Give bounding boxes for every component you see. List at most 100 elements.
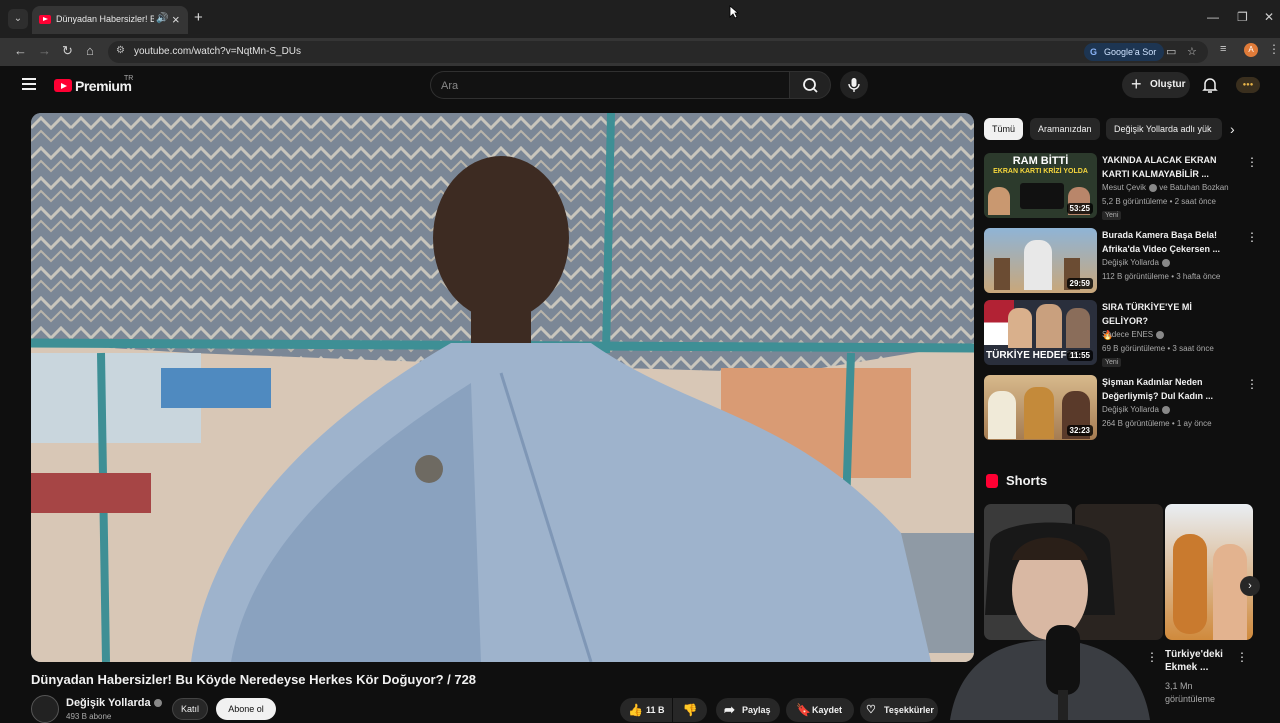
search-box[interactable] xyxy=(430,71,790,99)
more-options-icon[interactable]: ⋮ xyxy=(1236,650,1248,664)
dislike-button[interactable]: 👎 xyxy=(673,698,707,722)
recommendation-item[interactable]: 32:23 Şişman Kadınlar Neden Değerliymiş?… xyxy=(984,375,1258,441)
channel-collab-text[interactable]: ve Batuhan Bozkan xyxy=(1159,183,1228,192)
title-text[interactable]: SIRA TÜRKİYE'YE Mİ GELİYOR? xyxy=(1102,302,1192,326)
maximize-button[interactable]: ❐ xyxy=(1237,10,1248,24)
more-options-icon[interactable]: ⋮ xyxy=(1246,377,1258,391)
new-tab-button[interactable]: + xyxy=(194,9,203,26)
chip-channel-uploads[interactable]: Değişik Yollarda adlı yük xyxy=(1106,118,1222,140)
video-thumbnail[interactable]: 32:23 xyxy=(984,375,1097,440)
recommendation-channel[interactable]: Mesut Çevik ve Batuhan Bozkan xyxy=(1102,183,1229,192)
window-close-button[interactable]: ✕ xyxy=(1264,10,1274,24)
recommendation-meta: 69 B görüntüleme • 3 saat önce xyxy=(1102,344,1214,353)
youtube-logo[interactable] xyxy=(54,79,72,92)
menu-icon[interactable] xyxy=(22,78,36,93)
chevron-right-icon[interactable]: › xyxy=(1230,121,1235,137)
shorts-section-title: Shorts xyxy=(1006,473,1048,488)
voice-search-button[interactable] xyxy=(840,71,868,99)
thumbnail-headline: RAM BİTTİ xyxy=(1012,155,1069,167)
home-icon[interactable]: ⌂ xyxy=(86,43,94,58)
shorts-next-button[interactable]: › xyxy=(1240,576,1260,596)
recommendation-channel[interactable]: Değişik Yollarda xyxy=(1102,405,1170,414)
speaker-icon[interactable]: 🔊 xyxy=(156,13,168,24)
chip-all[interactable]: Tümü xyxy=(984,118,1024,140)
video-thumbnail[interactable]: RAM BİTTİ EKRAN KARTI KRİZİ YOLDA 53:25 xyxy=(984,153,1097,218)
browser-tab[interactable]: Dünyadan Habersizler! Bu K 🔊 × xyxy=(32,6,188,34)
join-button[interactable]: Katıl xyxy=(172,698,208,720)
more-options-icon[interactable]: ⋮ xyxy=(1146,650,1158,664)
channel-text[interactable]: Değişik Yollarda xyxy=(1102,405,1159,414)
chip-from-search[interactable]: Aramanızdan xyxy=(1030,118,1100,140)
channel-name-text[interactable]: Değişik Yollarda xyxy=(66,697,151,709)
video-thumbnail[interactable]: 29:59 xyxy=(984,228,1097,293)
tab-close-icon[interactable]: × xyxy=(172,12,180,27)
channel-avatar[interactable] xyxy=(31,695,59,723)
bookmark-icon: 🔖 xyxy=(796,703,811,717)
premium-logo-text[interactable]: Premium xyxy=(75,78,132,94)
duration-badge: 32:23 xyxy=(1066,425,1093,436)
ask-google-button[interactable]: Google'a Sor xyxy=(1084,43,1165,61)
channel-name[interactable]: Değişik Yollarda xyxy=(66,697,162,709)
recommendation-item[interactable]: 29:59 Burada Kamera Başa Bela! Afrika'da… xyxy=(984,228,1258,294)
recommendation-channel[interactable]: Sadece ENES xyxy=(1102,330,1165,339)
short-title[interactable]: Türkiye'deki Ekmek ... xyxy=(1165,648,1235,674)
forward-icon[interactable]: → xyxy=(38,43,51,58)
recommendation-title[interactable]: Burada Kamera Başa Bela! Afrika'da Video… xyxy=(1102,228,1236,256)
thumbs-down-icon: 👎 xyxy=(682,703,698,717)
recommendation-title[interactable]: YAKINDA ALACAK EKRAN KARTI KALMAYABİLİR … xyxy=(1102,153,1236,181)
reading-list-icon[interactable]: ≡ xyxy=(1220,43,1226,55)
share-button[interactable]: ➦ Paylaş xyxy=(716,698,780,722)
reload-icon[interactable]: ↻ xyxy=(62,43,73,59)
save-button[interactable]: 🔖 Kaydet xyxy=(786,698,854,722)
more-options-icon[interactable]: ⋮ xyxy=(1246,230,1258,244)
profile-avatar[interactable]: A xyxy=(1244,43,1258,57)
notifications-button[interactable] xyxy=(1200,75,1220,100)
channel-text[interactable]: Değişik Yollarda xyxy=(1102,258,1159,267)
like-count: 11 B xyxy=(646,705,665,715)
search-input[interactable] xyxy=(441,77,771,94)
bookmark-star-icon[interactable]: ☆ xyxy=(1187,45,1197,58)
like-button[interactable]: 👍 11 B xyxy=(620,698,672,722)
thanks-button[interactable]: ♡ Teşekkürler xyxy=(860,698,938,722)
thumbs-up-icon: 👍 xyxy=(628,703,643,717)
recommendation-meta: 112 B görüntüleme • 3 hafta önce xyxy=(1102,272,1221,281)
person-image xyxy=(1008,308,1032,348)
recommendation-channel[interactable]: Değişik Yollarda xyxy=(1102,258,1170,267)
bell-icon xyxy=(1202,78,1218,93)
video-player[interactable] xyxy=(31,113,974,662)
short-item[interactable] xyxy=(1165,504,1253,640)
channel-text[interactable]: Sadece ENES xyxy=(1102,330,1153,339)
back-icon[interactable]: ← xyxy=(14,43,27,58)
account-avatar[interactable]: ●●● xyxy=(1236,77,1260,93)
verified-icon xyxy=(1161,258,1170,267)
cast-icon[interactable]: ▭ xyxy=(1166,45,1176,58)
url-text: youtube.com/watch?v=NqtMn-S_DUs xyxy=(134,46,302,57)
verified-icon xyxy=(1156,330,1165,339)
short-views: 3,1 Mn görüntüleme xyxy=(1165,681,1216,704)
minimize-button[interactable]: — xyxy=(1207,10,1219,24)
microphone-icon xyxy=(848,78,860,92)
thumbnail-subheadline: EKRAN KARTI KRİZİ YOLDA xyxy=(993,168,1088,175)
person-image xyxy=(1024,240,1052,290)
video-frame xyxy=(31,113,974,662)
person-image xyxy=(988,391,1016,439)
omnibox[interactable]: ⚙ youtube.com/watch?v=NqtMn-S_DUs Google… xyxy=(108,41,1208,63)
thanks-label: Teşekkürler xyxy=(884,705,934,715)
subscribe-button[interactable]: Abone ol xyxy=(216,698,276,720)
recommendation-meta: 5,2 B görüntüleme • 2 saat önce xyxy=(1102,197,1216,206)
recommendation-item[interactable]: TÜRKİYE HEDEF?E 11:55 SIRA TÜRKİYE'YE Mİ… xyxy=(984,300,1254,367)
more-options-icon[interactable]: ⋮ xyxy=(1246,155,1258,169)
share-label: Paylaş xyxy=(742,705,771,715)
browser-menu-icon[interactable]: ⋮ xyxy=(1268,42,1280,56)
person-image xyxy=(1066,308,1090,348)
duration-badge: 53:25 xyxy=(1066,203,1093,214)
bread-image xyxy=(1173,534,1207,634)
tab-search-button[interactable]: ⌄ xyxy=(8,9,28,29)
search-button[interactable] xyxy=(789,71,831,99)
recommendation-title[interactable]: Şişman Kadınlar Neden Değerliymiş? Dul K… xyxy=(1102,375,1236,403)
create-button[interactable]: Oluştur xyxy=(1122,71,1190,98)
video-thumbnail[interactable]: TÜRKİYE HEDEF?E 11:55 xyxy=(984,300,1097,365)
channel-text[interactable]: Mesut Çevik xyxy=(1102,183,1146,192)
recommendation-item[interactable]: RAM BİTTİ EKRAN KARTI KRİZİ YOLDA 53:25 … xyxy=(984,153,1258,220)
site-info-icon[interactable]: ⚙ xyxy=(116,45,125,56)
